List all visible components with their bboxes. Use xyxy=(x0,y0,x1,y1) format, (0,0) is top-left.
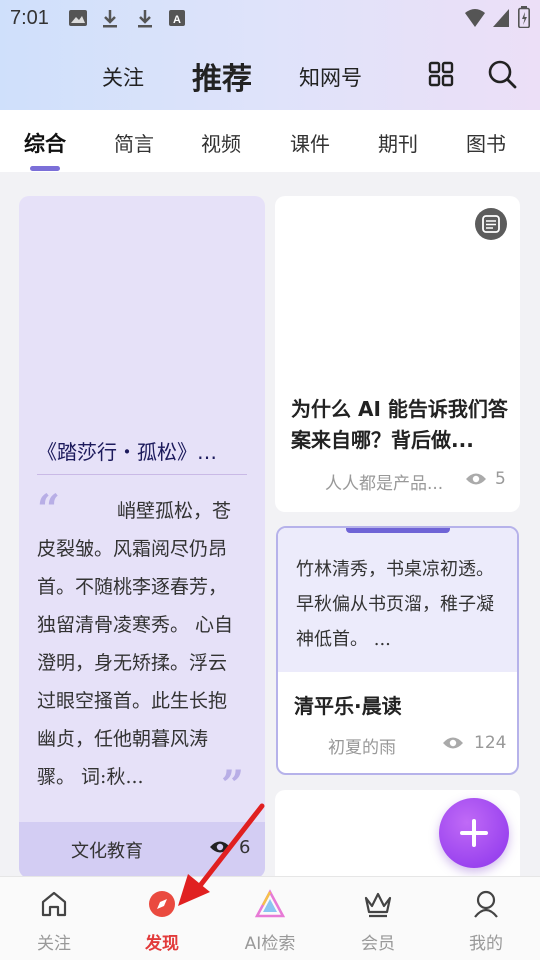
category-tab-books[interactable]: 图书 xyxy=(466,128,506,157)
add-post-button[interactable] xyxy=(439,798,509,868)
poem-card-left[interactable]: 《踏莎行・孤松》… “ 峭壁孤松，苍皮裂皱。风霜阅尽仍昂首。不随桃李逐春芳，独留… xyxy=(19,196,265,878)
nav-label-member: 会员 xyxy=(361,934,395,954)
header-tabs: 关注 推荐 知网号 xyxy=(0,44,540,104)
header-tab-recommend[interactable]: 推荐 xyxy=(192,54,252,98)
category-tab-journal[interactable]: 期刊 xyxy=(378,128,418,157)
grid-menu-icon[interactable] xyxy=(426,59,456,89)
poem-title: 《踏莎行・孤松》… xyxy=(37,440,217,464)
search-icon[interactable] xyxy=(487,59,517,89)
status-time: 7:01 xyxy=(10,7,49,29)
top-header-area: 7:01 A 关注 推荐 知网号 xyxy=(0,0,540,110)
battery-icon xyxy=(518,6,530,28)
article-title: 为什么 AI 能告诉我们答案来自哪？背后做... xyxy=(291,397,508,452)
article-view-count: 5 xyxy=(495,469,506,489)
header-tab-follow[interactable]: 关注 xyxy=(102,62,144,92)
card-highlight-bar xyxy=(346,528,450,533)
article-source: 人人都是产品... xyxy=(325,474,444,494)
image-notification-icon xyxy=(69,10,87,26)
poem-card-title: 清平乐·晨读 xyxy=(294,694,402,718)
poem-body: 峭壁孤松，苍皮裂皱。风霜阅尽仍昂首。不随桃李逐春芳，独留清骨凌寒秀。 心自澄明，… xyxy=(37,500,234,788)
poem-divider xyxy=(37,474,247,475)
poem-card-right[interactable]: 竹林清秀，书桌凉初透。 早秋偏从书页溜，稚子凝神低首。 ... 清平乐·晨读 初… xyxy=(276,526,519,775)
nav-label-follow: 关注 xyxy=(37,934,71,954)
person-icon xyxy=(474,890,498,918)
active-tab-indicator xyxy=(30,166,60,171)
category-tab-video[interactable]: 视频 xyxy=(201,128,241,157)
views-eye-icon-2 xyxy=(466,473,486,485)
app-notification-icon: A xyxy=(169,10,185,26)
poem-author: 初夏的雨 xyxy=(328,738,396,758)
poem-quote-area: 竹林清秀，书桌凉初透。 早秋偏从书页溜，稚子凝神低首。 ... xyxy=(278,528,517,672)
poem-category: 文化教育 xyxy=(71,841,143,862)
home-icon xyxy=(41,891,67,917)
category-tabs: 综合 简言 视频 课件 期刊 图书 xyxy=(0,110,540,172)
annotation-arrow-icon xyxy=(178,803,265,906)
plus-icon xyxy=(460,819,488,847)
header-tab-zhiwanghao[interactable]: 知网号 xyxy=(299,62,362,92)
category-tab-courseware[interactable]: 课件 xyxy=(290,128,330,157)
status-bar: 7:01 A xyxy=(0,0,540,36)
nav-item-member[interactable]: 会员 xyxy=(333,877,423,960)
nav-label-ai-search: AI检索 xyxy=(244,934,296,954)
svg-text:A: A xyxy=(173,14,181,26)
poem-card-view-count: 124 xyxy=(474,733,507,753)
download-notification-icon-2 xyxy=(138,10,152,28)
download-notification-icon xyxy=(103,10,117,28)
poem-excerpt: 竹林清秀，书桌凉初透。 早秋偏从书页溜，稚子凝神低首。 ... xyxy=(296,559,494,650)
bottom-navigation: 关注 发现 AI检索 会员 我的 xyxy=(0,876,540,960)
views-eye-icon-3 xyxy=(443,737,463,749)
nav-item-follow[interactable]: 关注 xyxy=(9,877,99,960)
document-icon xyxy=(475,208,507,240)
nav-label-discover: 发现 xyxy=(145,934,179,954)
nav-label-mine: 我的 xyxy=(469,934,503,954)
article-card[interactable]: 为什么 AI 能告诉我们答案来自哪？背后做... 人人都是产品... 5 xyxy=(275,196,520,512)
nav-item-mine[interactable]: 我的 xyxy=(441,877,531,960)
category-tab-brief[interactable]: 简言 xyxy=(114,128,154,157)
signal-icon xyxy=(493,9,509,27)
category-tab-all[interactable]: 综合 xyxy=(24,128,66,158)
wifi-icon xyxy=(465,9,485,27)
crown-icon xyxy=(364,892,392,918)
